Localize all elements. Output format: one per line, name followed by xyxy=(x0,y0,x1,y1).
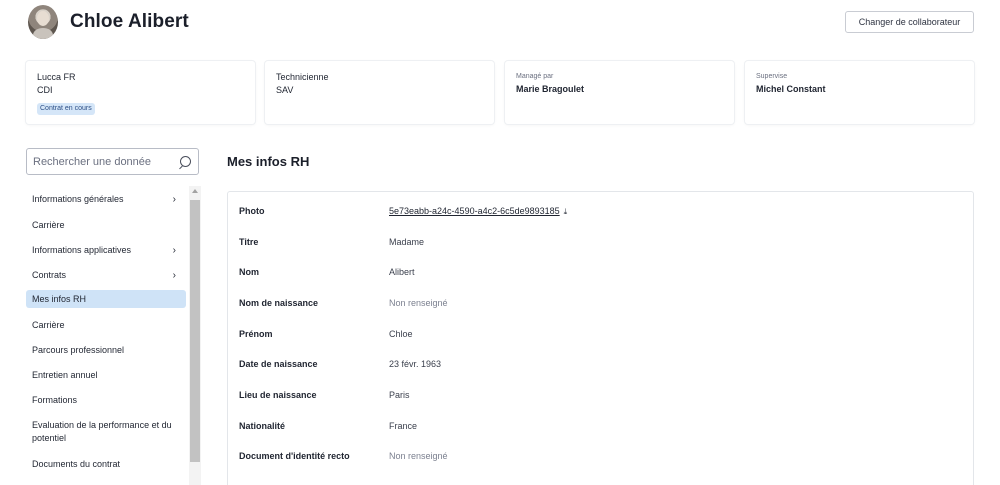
field-label-prenom: Prénom xyxy=(239,329,273,339)
field-value-prenom: Chloe xyxy=(389,329,413,339)
field-label-photo: Photo xyxy=(239,206,265,216)
job-title-text: Technicienne xyxy=(276,72,329,82)
field-label-nom: Nom xyxy=(239,267,259,277)
sidebar-scrollbar[interactable] xyxy=(189,186,201,485)
page-header: Chloe Alibert Changer de collaborateur xyxy=(0,0,1000,50)
company-text: Lucca FR xyxy=(37,72,76,82)
contract-type-text: CDI xyxy=(37,85,53,95)
chevron-right-icon: › xyxy=(172,245,176,256)
sidebar-item-label: Documents du contrat xyxy=(32,459,121,469)
change-collaborator-button[interactable]: Changer de collaborateur xyxy=(845,11,974,33)
field-value-lieu-naissance: Paris xyxy=(389,390,410,400)
sidebar-item-label: Informations applicatives xyxy=(32,245,132,255)
sidebar-item-label: Informations générales xyxy=(32,194,124,204)
scrollbar-thumb[interactable] xyxy=(190,200,200,462)
sidebar-item-mes-infos-rh[interactable]: Mes infos RH xyxy=(26,290,186,308)
sidebar-item-carriere[interactable]: Carrière xyxy=(26,220,186,230)
manager-card: Managé par Marie Bragoulet xyxy=(505,61,734,124)
field-label-document-recto: Document d'identité recto xyxy=(239,451,350,461)
sidebar-item-carriere-2[interactable]: Carrière xyxy=(26,320,186,330)
sidebar-item-contrats[interactable]: Contrats › xyxy=(26,270,186,281)
field-label-titre: Titre xyxy=(239,237,259,247)
field-value-nom: Alibert xyxy=(389,267,415,277)
avatar-body xyxy=(33,28,53,39)
sidebar-item-informations-generales[interactable]: Informations générales › xyxy=(26,194,186,205)
section-title: Mes infos RH xyxy=(227,154,310,169)
sidebar-item-documents-contrat[interactable]: Documents du contrat xyxy=(26,459,186,469)
field-value-document-recto: Non renseigné xyxy=(389,451,448,461)
supervised-name[interactable]: Michel Constant xyxy=(756,83,963,96)
manager-name[interactable]: Marie Bragoulet xyxy=(516,83,723,96)
sidebar-item-label: Entretien annuel xyxy=(32,370,98,380)
sidebar-item-label: Formations xyxy=(32,395,78,405)
avatar-face xyxy=(37,11,49,26)
chevron-right-icon: › xyxy=(172,270,176,281)
job-card: Technicienne SAV xyxy=(265,61,494,124)
search-icon[interactable] xyxy=(180,156,191,167)
avatar[interactable] xyxy=(28,5,58,39)
field-value-titre: Madame xyxy=(389,237,425,247)
sidebar-item-label: Parcours professionnel xyxy=(32,345,125,355)
field-label-nom-naissance: Nom de naissance xyxy=(239,298,319,308)
download-icon[interactable]: ⤓ xyxy=(564,207,568,217)
supervises-caption: Supervise xyxy=(756,73,788,80)
manager-caption: Managé par xyxy=(516,73,554,80)
field-label-lieu-naissance: Lieu de naissance xyxy=(239,390,317,400)
field-label-date-naissance: Date de naissance xyxy=(239,359,318,369)
field-value-nationalite: France xyxy=(389,421,418,431)
sidebar-item-label: Carrière xyxy=(32,320,65,330)
sidebar-item-informations-applicatives[interactable]: Informations applicatives › xyxy=(26,245,186,256)
field-label-nationalite: Nationalité xyxy=(239,421,286,431)
field-value-date-naissance: 23 févr. 1963 xyxy=(389,359,442,369)
sidebar-nav: Informations générales › Carrière Inform… xyxy=(26,186,201,485)
sidebar-item-label: Evaluation de la performance et du poten… xyxy=(32,420,172,443)
hr-info-panel xyxy=(227,191,974,485)
status-badge: Contrat en cours xyxy=(37,103,95,115)
field-value-nom-naissance: Non renseigné xyxy=(389,298,448,308)
sidebar-item-evaluation[interactable]: Evaluation de la performance et du poten… xyxy=(26,419,182,445)
sidebar-item-label: Contrats xyxy=(32,270,67,280)
sidebar-item-label: Mes infos RH xyxy=(32,294,87,304)
department-text: SAV xyxy=(276,85,294,95)
supervises-card: Supervise Michel Constant xyxy=(745,61,974,124)
chevron-right-icon: › xyxy=(172,194,176,205)
photo-filename-link[interactable]: 5e73eabb-a24c-4590-a4c2-6c5de9893185 xyxy=(389,206,560,216)
search-input[interactable] xyxy=(27,149,177,174)
sidebar-item-label: Carrière xyxy=(32,220,65,230)
sidebar-item-formations[interactable]: Formations xyxy=(26,395,186,405)
sidebar-item-parcours-professionnel[interactable]: Parcours professionnel xyxy=(26,345,186,355)
sidebar-item-entretien-annuel[interactable]: Entretien annuel xyxy=(26,370,186,380)
search-box xyxy=(26,148,199,175)
photo-download-link[interactable]: 5e73eabb-a24c-4590-a4c2-6c5de9893185 ⤓ xyxy=(389,206,567,217)
scroll-up-icon[interactable] xyxy=(192,189,198,193)
contract-card: Lucca FR CDI Contrat en cours xyxy=(26,61,255,124)
page-title: Chloe Alibert xyxy=(70,11,189,32)
